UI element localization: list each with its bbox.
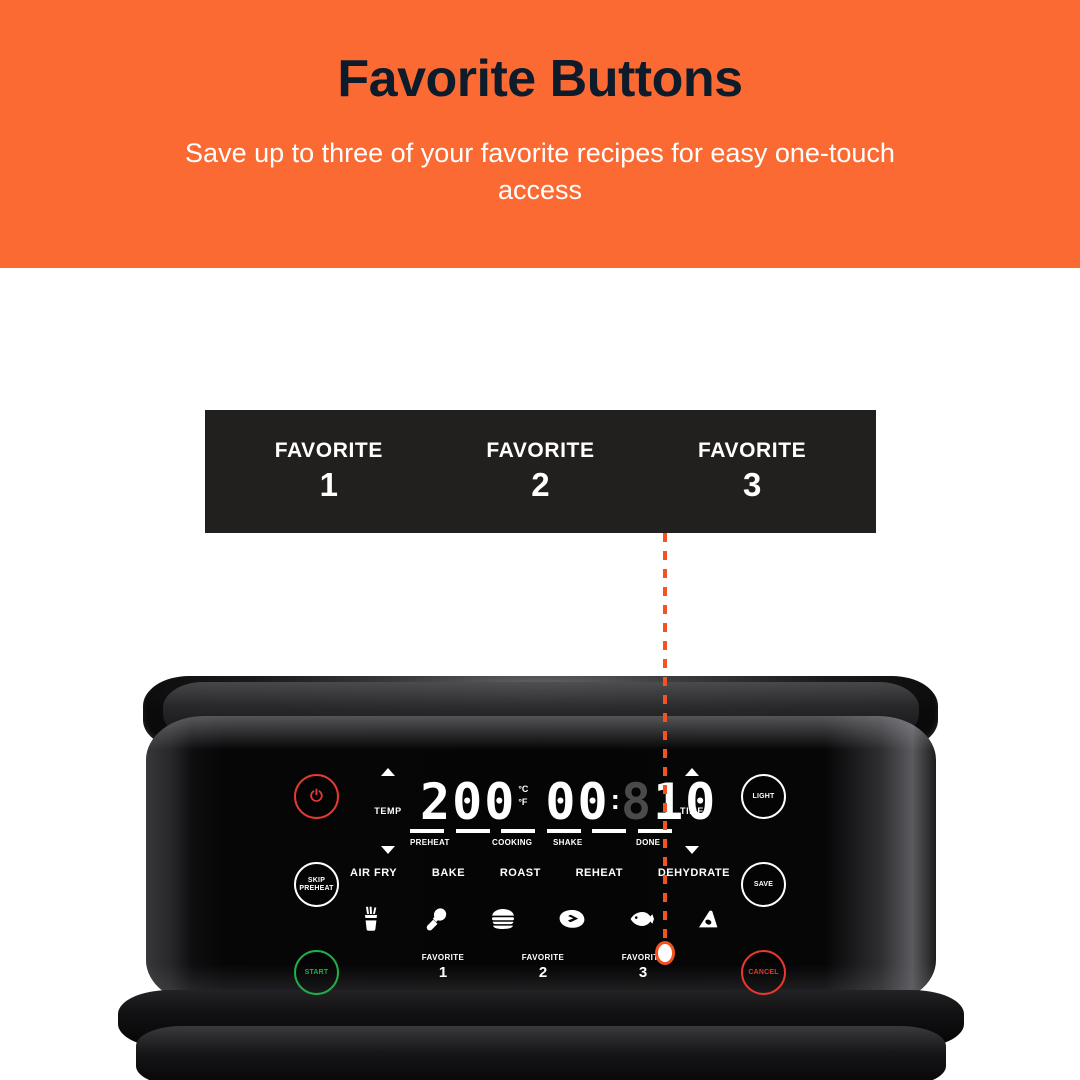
status-shake: SHAKE (553, 838, 583, 847)
temp-label: TEMP (374, 806, 402, 816)
device-favorite-3[interactable]: FAVORITE 3 (598, 953, 688, 982)
temperature-value: 200 (420, 773, 517, 831)
device-base-lower (136, 1026, 946, 1080)
favorite-label: FAVORITE (421, 953, 465, 963)
callout-favorite-1: FAVORITE 1 (234, 439, 424, 503)
body-gloss-top (146, 716, 936, 750)
favorite-number: 1 (438, 963, 448, 981)
time-dim-digit: 8 (620, 773, 654, 831)
temperature-units: °C °F (518, 783, 528, 807)
progress-segment (501, 829, 536, 833)
skip-preheat-button[interactable]: SKIP PREHEAT (294, 862, 339, 907)
drumstick-icon[interactable] (424, 906, 448, 932)
function-bake[interactable]: BAKE (432, 867, 465, 879)
device-favorite-2[interactable]: FAVORITE 2 (498, 953, 588, 982)
light-button[interactable]: LIGHT (741, 774, 786, 819)
callout-number: 3 (742, 465, 762, 503)
steak-icon[interactable] (558, 908, 586, 930)
header-banner: Favorite Buttons Save up to three of you… (0, 0, 1080, 268)
timer-display: 00 : 8 10 (545, 777, 717, 827)
celsius-indicator: °C (518, 784, 529, 795)
function-button-row: AIR FRY BAKE ROAST REHEAT DEHYDRATE (350, 862, 730, 884)
temp-up-icon[interactable] (381, 768, 395, 776)
progress-segment (546, 829, 581, 833)
callout-number: 2 (531, 465, 550, 503)
fries-icon[interactable] (360, 906, 382, 932)
save-label: SAVE (753, 880, 774, 888)
callout-label: FAVORITE (486, 439, 595, 463)
shrimp-icon[interactable] (696, 908, 720, 930)
page-subtitle: Save up to three of your favorite recipe… (185, 137, 895, 205)
device-favorite-row: FAVORITE 1 FAVORITE 2 FAVORITE 3 (398, 948, 688, 988)
favorite-label: FAVORITE (521, 953, 565, 963)
callout-label: FAVORITE (274, 439, 383, 463)
burger-icon[interactable] (490, 907, 516, 931)
power-button[interactable]: ⏻ (294, 774, 339, 819)
fahrenheit-indicator: °F (518, 796, 528, 807)
fish-icon[interactable] (628, 910, 654, 928)
skip-preheat-label: SKIP PREHEAT (299, 877, 334, 892)
temp-down-icon[interactable] (381, 846, 395, 854)
status-label-row: PREHEAT COOKING SHAKE DONE (410, 838, 672, 852)
callout-number: 1 (319, 465, 338, 503)
function-dehydrate[interactable]: DEHYDRATE (658, 867, 730, 879)
connector-end-dot-icon (655, 941, 675, 965)
time-hours: 00 (545, 773, 610, 831)
save-button[interactable]: SAVE (741, 862, 786, 907)
start-button[interactable]: START (294, 950, 339, 995)
power-icon: ⏻ (310, 787, 323, 805)
function-reheat[interactable]: REHEAT (576, 867, 623, 879)
function-air-fry[interactable]: AIR FRY (350, 867, 397, 879)
progress-segment (410, 829, 444, 833)
progress-segment (592, 829, 627, 833)
device-favorite-1[interactable]: FAVORITE 1 (398, 953, 488, 982)
favorite-number: 3 (638, 963, 648, 981)
callout-label: FAVORITE (698, 439, 807, 463)
body-gloss-left (146, 716, 192, 1004)
cancel-button[interactable]: CANCEL (741, 950, 786, 995)
dashed-connector-line (663, 533, 667, 958)
time-down-icon[interactable] (685, 846, 699, 854)
function-roast[interactable]: ROAST (500, 867, 541, 879)
status-done: DONE (636, 838, 661, 847)
favorite-callout-box: FAVORITE 1 FAVORITE 2 FAVORITE 3 (205, 410, 876, 533)
status-preheat: PREHEAT (410, 838, 450, 847)
page-title: Favorite Buttons (337, 50, 743, 108)
start-label: START (304, 968, 329, 976)
status-cooking: COOKING (492, 838, 533, 847)
cooking-progress-bar (410, 829, 672, 836)
callout-favorite-2: FAVORITE 2 (445, 439, 635, 503)
light-label: LIGHT (752, 792, 775, 800)
control-panel: ⏻ SKIP PREHEAT START LIGHT SAVE CANCEL T… (270, 750, 810, 1008)
callout-favorite-3: FAVORITE 3 (657, 439, 847, 503)
temp-control: TEMP (366, 768, 410, 854)
progress-segment (455, 829, 490, 833)
time-colon-icon: : (610, 784, 620, 815)
cancel-label: CANCEL (748, 968, 779, 976)
favorite-number: 2 (538, 963, 548, 981)
